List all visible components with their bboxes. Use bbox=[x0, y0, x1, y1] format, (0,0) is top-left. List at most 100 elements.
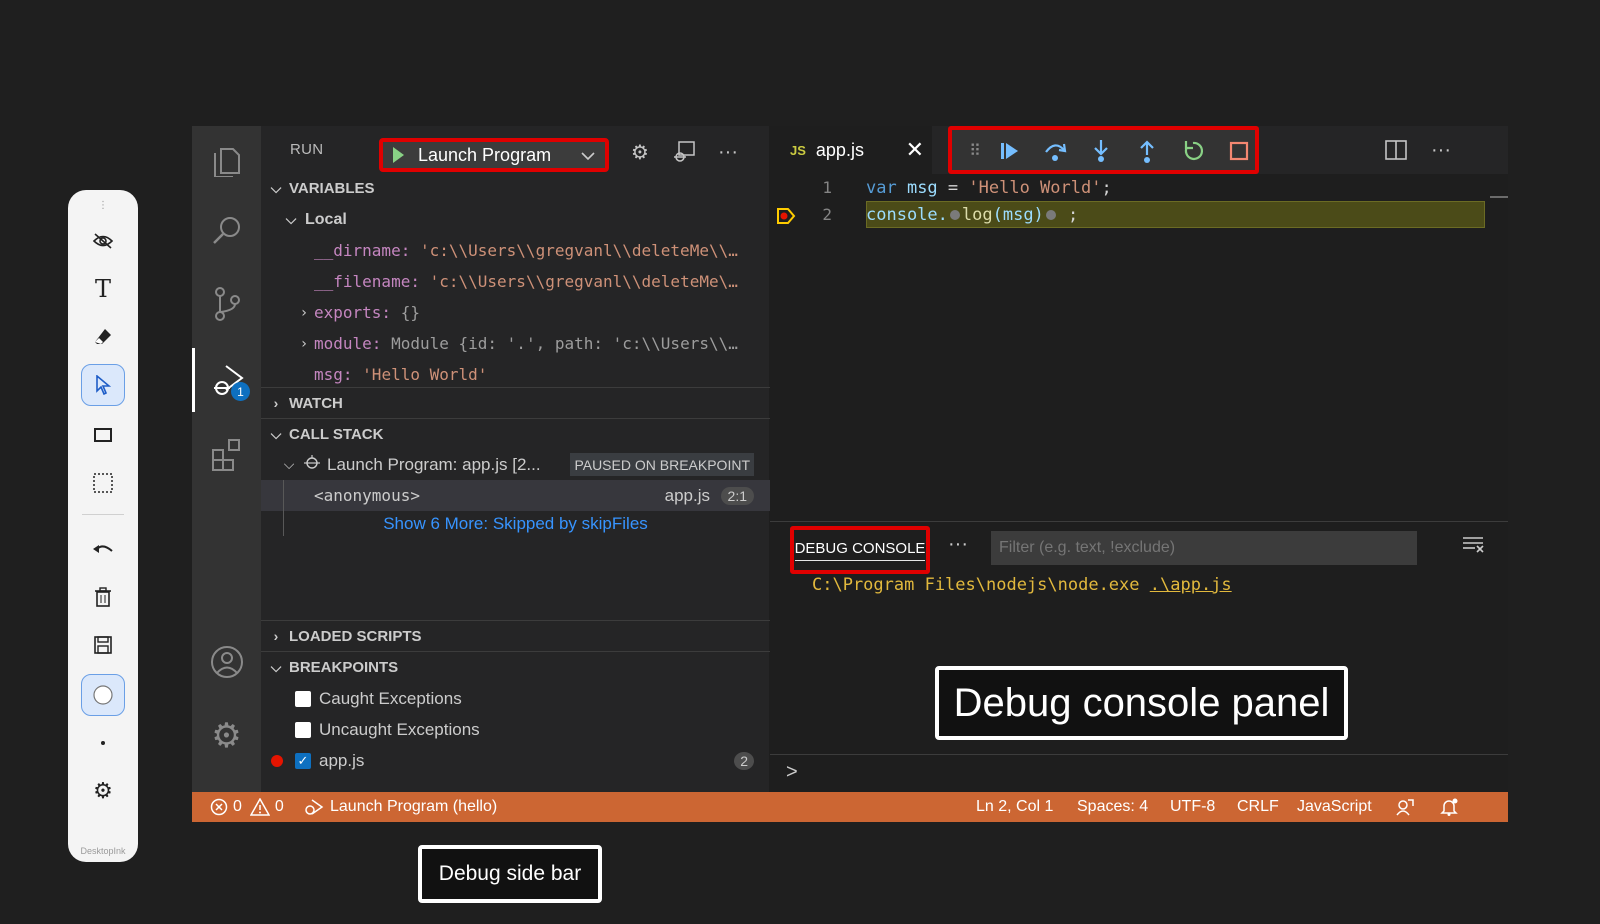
checkbox-checked[interactable]: ✓ bbox=[295, 752, 311, 769]
warning-count: 0 bbox=[274, 798, 284, 815]
split-editor-icon[interactable] bbox=[1382, 136, 1410, 164]
stop-icon[interactable] bbox=[1224, 137, 1254, 165]
tab-debug-console[interactable]: DEBUG CONSOLE bbox=[790, 526, 930, 574]
breakpoint-app-js[interactable]: ✓ app.js 2 bbox=[261, 745, 770, 776]
debug-session-status[interactable]: Launch Program (hello) bbox=[304, 798, 497, 816]
start-debugging-icon[interactable] bbox=[393, 147, 404, 163]
encoding[interactable]: UTF-8 bbox=[1170, 798, 1215, 816]
more-actions-icon[interactable]: ··· bbox=[1427, 136, 1455, 164]
prompt-chevron-icon: > bbox=[786, 761, 798, 783]
drag-handle-icon[interactable]: ⋮ bbox=[97, 201, 109, 211]
problems-indicator[interactable]: 0 0 bbox=[210, 798, 284, 816]
checkbox[interactable] bbox=[295, 721, 311, 738]
run-badge: 1 bbox=[231, 382, 250, 401]
variable-row[interactable]: msg: 'Hello World' bbox=[261, 359, 770, 390]
undo-icon[interactable] bbox=[81, 528, 125, 570]
more-actions-icon[interactable]: ··· bbox=[948, 533, 968, 556]
chevron-down-icon: ⌵ bbox=[270, 180, 282, 196]
clear-console-icon[interactable] bbox=[1462, 535, 1484, 558]
debug-icon bbox=[305, 799, 324, 815]
launch-config-dropdown[interactable]: Launch Program bbox=[379, 138, 609, 172]
launch-config-label: Launch Program bbox=[418, 144, 552, 165]
status-bar: 0 0 Launch Program (hello) Ln 2, Col 1 S… bbox=[192, 792, 1508, 822]
step-into-icon[interactable] bbox=[1086, 137, 1116, 165]
breakpoints-section-header[interactable]: ⌵ BREAKPOINTS bbox=[261, 651, 770, 682]
rectangle-icon[interactable] bbox=[81, 414, 125, 456]
trash-icon[interactable] bbox=[81, 576, 125, 618]
chevron-right-icon: › bbox=[299, 335, 309, 352]
tab-app-js[interactable]: JS app.js ✕ bbox=[770, 126, 932, 174]
frame-file: app.js bbox=[664, 485, 710, 505]
variable-row[interactable]: __dirname: 'c:\\Users\\gregvanl\\deleteM… bbox=[261, 235, 770, 266]
call-stack-title: CALL STACK bbox=[289, 425, 384, 443]
activity-bar: 1 ⚙ bbox=[192, 126, 261, 792]
loaded-scripts-section-header[interactable]: › LOADED SCRIPTS bbox=[261, 620, 770, 651]
selection-icon[interactable] bbox=[81, 462, 125, 504]
eraser-icon[interactable] bbox=[81, 316, 125, 358]
drag-handle-icon[interactable]: ⠿ bbox=[960, 137, 990, 165]
save-icon[interactable] bbox=[81, 624, 125, 666]
call-stack-session[interactable]: ⌵ Launch Program: app.js [2... PAUSED ON… bbox=[261, 449, 770, 480]
hide-icon[interactable] bbox=[81, 220, 125, 262]
breakpoint-caught-exceptions[interactable]: Caught Exceptions bbox=[261, 683, 770, 714]
breakpoint-dot-icon bbox=[271, 754, 283, 767]
watch-title: WATCH bbox=[289, 394, 343, 412]
explorer-icon[interactable] bbox=[192, 128, 261, 192]
chevron-right-icon: › bbox=[299, 304, 309, 321]
stack-frame-row[interactable]: <anonymous> app.js 2:1 bbox=[261, 480, 770, 511]
variable-row[interactable]: › exports: {} bbox=[261, 297, 770, 328]
continue-icon[interactable] bbox=[994, 137, 1024, 165]
file-link[interactable]: .\app.js bbox=[1150, 575, 1232, 595]
variables-section-header[interactable]: ⌵ VARIABLES bbox=[261, 173, 770, 204]
feedback-icon[interactable] bbox=[1396, 798, 1414, 816]
step-over-icon[interactable] bbox=[1040, 137, 1070, 165]
bug-icon bbox=[303, 453, 321, 476]
editor-area: JS app.js ✕ ⠿ ··· 1 var msg = 'Hello Wor… bbox=[770, 126, 1508, 521]
debug-console-toggle-icon[interactable] bbox=[669, 138, 699, 166]
frame-name: <anonymous> bbox=[314, 486, 420, 505]
console-input[interactable]: > bbox=[770, 754, 1508, 793]
language-mode[interactable]: JavaScript bbox=[1297, 798, 1372, 816]
call-stack-section-header[interactable]: ⌵ CALL STACK bbox=[261, 418, 770, 449]
step-out-icon[interactable] bbox=[1132, 137, 1162, 165]
debug-console-panel: DEBUG CONSOLE ··· C:\Program Files\nodej… bbox=[770, 521, 1508, 792]
run-debug-icon[interactable]: 1 bbox=[192, 348, 261, 412]
more-actions-icon[interactable]: ··· bbox=[713, 138, 743, 166]
account-icon[interactable] bbox=[192, 630, 261, 694]
checkbox[interactable] bbox=[295, 690, 311, 707]
cursor-position[interactable]: Ln 2, Col 1 bbox=[976, 798, 1053, 816]
code-line-2-current: 2 console. log(msg) ; bbox=[770, 201, 1485, 228]
manage-gear-icon[interactable]: ⚙ bbox=[192, 704, 261, 768]
scope-local[interactable]: ⌵ Local bbox=[261, 204, 770, 235]
variable-row[interactable]: __filename: 'c:\\Users\\gregvanl\\delete… bbox=[261, 266, 770, 297]
extensions-icon[interactable] bbox=[192, 422, 261, 486]
dot-icon[interactable] bbox=[81, 722, 125, 764]
settings-icon[interactable]: ⚙ bbox=[81, 770, 125, 812]
filter-input[interactable] bbox=[991, 531, 1417, 565]
source-control-icon[interactable] bbox=[192, 272, 261, 336]
notifications-bell-icon[interactable] bbox=[1440, 798, 1458, 816]
watch-section-header[interactable]: › WATCH bbox=[261, 387, 770, 418]
pointer-icon[interactable] bbox=[81, 364, 125, 406]
chevron-right-icon: › bbox=[273, 628, 279, 644]
line-endings[interactable]: CRLF bbox=[1237, 798, 1279, 816]
chevron-down-icon bbox=[581, 148, 595, 164]
breakpoint-current-icon[interactable] bbox=[776, 207, 796, 230]
search-icon[interactable] bbox=[192, 198, 261, 262]
session-label: Launch Program: app.js [2... bbox=[327, 454, 541, 474]
restart-icon[interactable] bbox=[1178, 137, 1208, 165]
open-launch-json-gear-icon[interactable]: ⚙ bbox=[625, 138, 655, 166]
debug-side-bar: RUN Launch Program ⚙ ··· ⌵ VARIABLES ⌵ L… bbox=[261, 126, 770, 792]
text-tool-icon[interactable]: T bbox=[81, 268, 125, 310]
circle-icon[interactable] bbox=[81, 674, 125, 716]
chevron-down-icon: ⌵ bbox=[270, 658, 282, 675]
variable-row[interactable]: › module: Module {id: '.', path: 'c:\\Us… bbox=[261, 328, 770, 359]
close-icon[interactable]: ✕ bbox=[906, 137, 924, 163]
callout-debug-console: Debug console panel bbox=[935, 666, 1348, 740]
tab-label: app.js bbox=[815, 139, 864, 160]
breakpoint-uncaught-exceptions[interactable]: Uncaught Exceptions bbox=[261, 714, 770, 745]
indentation[interactable]: Spaces: 4 bbox=[1077, 798, 1148, 816]
code-editor[interactable]: 1 var msg = 'Hello World'; 2 console. log… bbox=[770, 174, 1508, 521]
show-more-skipped-link[interactable]: Show 6 More: Skipped by skipFiles bbox=[261, 508, 770, 539]
javascript-file-icon: JS bbox=[790, 142, 806, 158]
